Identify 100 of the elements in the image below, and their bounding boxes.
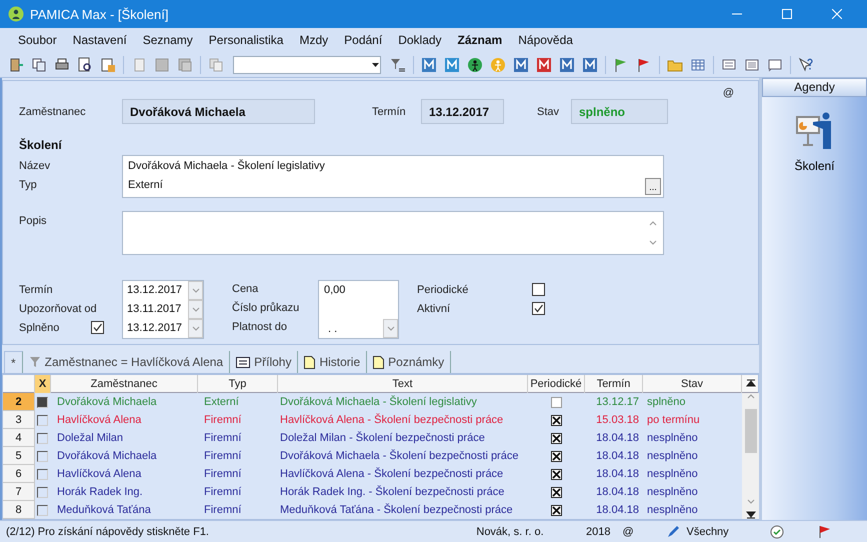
menu-item[interactable]: Nápověda [510,31,581,49]
at-sign: @ [621,526,635,538]
date-field[interactable]: 13.12.2017 [122,281,204,300]
help-icon [798,56,814,72]
flag-icon [818,524,832,538]
menu-item[interactable]: Mzdy [291,31,336,49]
m-square-icon [582,56,598,72]
scrollbar[interactable] [742,393,760,519]
field-label: Platnost do [232,320,288,335]
field-label: Název [19,159,52,174]
field-label: Popis [19,214,48,227]
maximize-icon [782,9,792,19]
menu-item[interactable]: Podání [336,31,390,49]
row-checkbox[interactable] [37,486,48,498]
browse-button[interactable]: ... [645,178,661,195]
row-checkbox[interactable] [37,504,48,516]
copy-icon [208,56,224,72]
chevron-down-icon [747,499,755,505]
close-icon [832,9,842,19]
table-cell-text: Havlíčková Alena [56,468,142,480]
table-cell-text: Dvořáková Michaela [56,450,158,462]
m-square-icon [513,56,529,72]
agenda-item[interactable]: Školení [794,111,835,173]
section-heading: Školení [19,138,63,152]
printer-icon [54,56,70,72]
tab[interactable]: Historie [298,351,368,373]
date-field[interactable]: 13.11.2017 [122,300,204,319]
tab[interactable]: * [4,351,23,373]
row-number[interactable]: 5 [3,447,35,465]
table-cell-text: nesplněno [646,432,699,444]
table-cell-text: 18.04.18 [595,504,640,516]
m-square-icon [559,56,575,72]
window-title: PAMICA Max - [Školení] [30,6,170,22]
m-square-icon [444,56,460,72]
state-field: splněno [571,99,668,124]
price-field[interactable]: 0,00 [319,281,346,300]
tab[interactable]: Zaměstnanec = Havlíčková Alena [22,351,230,373]
scroll-bottom-icon[interactable] [746,509,756,519]
table-cell-text: Doležal Milan [56,432,124,444]
row-number[interactable]: 4 [3,429,35,447]
tab[interactable]: Přílohy [230,351,298,373]
field-label: Aktivní [417,302,450,314]
table-cell-text: Havlíčková Alena - Školení bezpečnosti práce [279,414,504,426]
copy-icon [31,56,47,72]
row-checkbox[interactable] [37,450,48,462]
menu-item[interactable]: Soubor [10,31,65,49]
save-icon [154,56,170,72]
field-label: Stav [537,106,560,118]
filter-label: Všechny [685,526,730,538]
row-number[interactable]: 7 [3,483,35,501]
field-label: Termín [19,284,53,296]
at-sign: @ [722,87,734,99]
preview-icon [77,56,93,72]
menu-item[interactable]: Záznam [450,31,510,49]
app-icon [8,6,24,22]
column-header[interactable]: X [35,375,51,393]
table-cell-text: Firemní [203,486,242,498]
chevron-down-icon [192,306,200,312]
table-cell-text: Dvořáková Michaela - Školení bezpečnosti práce [279,450,520,462]
name-field[interactable]: Dvořáková Michaela - Školení legislativy [123,157,325,176]
document-icon [373,356,384,368]
table-cell-text: po termínu [646,414,701,426]
table-cell-text: Firemní [203,414,242,426]
row-checkbox[interactable] [37,396,48,408]
type-field[interactable]: Externí [123,176,163,195]
menu-item[interactable]: Nastavení [64,31,135,49]
status-message: (2/12) Pro získání nápovědy stiskněte F1. [5,526,210,538]
menu-item[interactable]: Doklady [390,31,450,49]
checkbox[interactable] [91,321,104,334]
check-circle-icon [770,524,784,538]
grid-icon [690,56,706,72]
person-circle-icon [467,56,483,72]
tab[interactable]: Poznámky [367,351,452,373]
row-checkbox[interactable] [37,468,48,480]
menu-item[interactable]: Seznamy [134,31,201,49]
row-checkbox[interactable] [37,414,48,426]
description-field[interactable] [122,211,664,255]
row-number[interactable]: 6 [3,465,35,483]
document-icon [100,56,116,72]
valid-until-field[interactable]: . . [319,319,398,338]
table-cell-text: Horák Radek Ing. - Školení bezpečnosti práce [279,486,506,498]
table-cell-text: 18.04.18 [595,486,640,498]
checkbox[interactable] [532,283,545,296]
table-cell-text: Havlíčková Alena [56,414,142,426]
row-number[interactable]: 8 [3,501,35,519]
field-label: Periodické [417,284,468,296]
field-label: Upozorňovat od [19,302,97,314]
table-cell-text: 18.04.18 [595,450,640,462]
row-number[interactable]: 2 [3,393,35,411]
table-cell-text: Externí [203,396,240,408]
menu-item[interactable]: Personalistika [200,31,292,49]
date-field[interactable]: 13.12.2017 [122,319,204,338]
table-cell-text: Firemní [203,504,242,516]
scroll-thumb[interactable] [745,409,757,453]
table-cell-text: Meduňková Taťána - Školení bezpečnosti práce [279,504,514,516]
row-checkbox[interactable] [37,432,48,444]
field-label: Typ [19,178,38,193]
row-number[interactable]: 3 [3,411,35,429]
checkbox[interactable] [532,302,545,315]
table-cell-text: nesplněno [646,486,699,498]
